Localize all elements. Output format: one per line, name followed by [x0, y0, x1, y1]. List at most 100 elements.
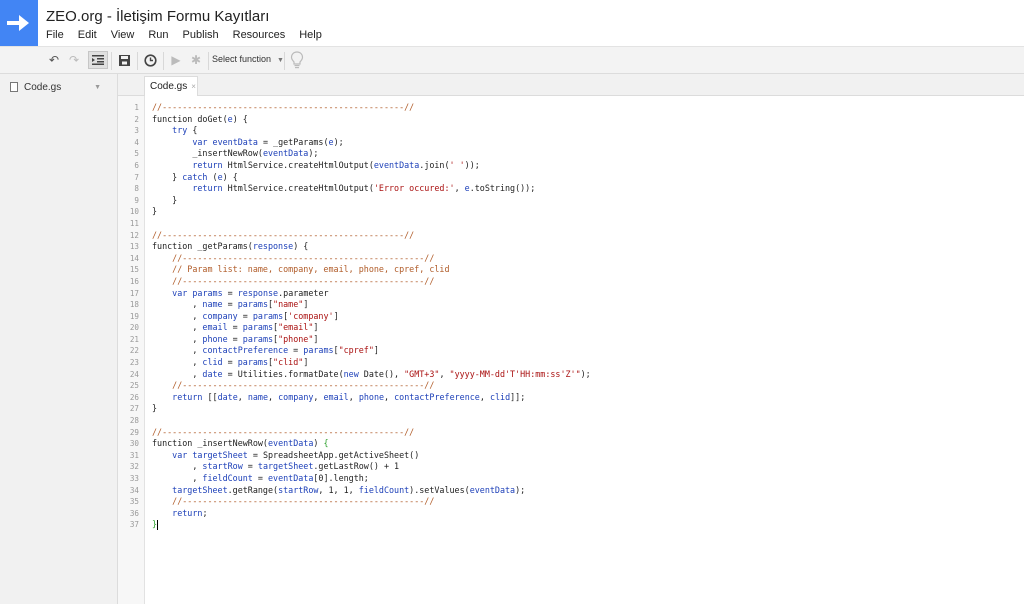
- indent-button[interactable]: [88, 51, 108, 69]
- code-line[interactable]: 1 //-------------------------------------…: [118, 102, 1024, 114]
- code-token: ]: [313, 322, 319, 333]
- code-line[interactable]: 26 return [[date, name, company, email, …: [118, 392, 1024, 404]
- debug-button[interactable]: ✱: [186, 51, 206, 69]
- code-line[interactable]: 13 function _getParams(response) {: [118, 241, 1024, 253]
- code-token: eventData: [373, 159, 420, 170]
- code-line[interactable]: 17 var params = response.parameter: [118, 288, 1024, 300]
- code-token: =: [227, 333, 243, 344]
- apps-script-logo[interactable]: [0, 0, 38, 46]
- code-token: var: [192, 136, 208, 147]
- code-token: [[: [202, 391, 218, 402]
- menu-view[interactable]: View: [111, 29, 135, 41]
- code-text: , fieldCount = eventData[0].length;: [152, 473, 369, 485]
- code-line[interactable]: 6 return HtmlService.createHtmlOutput(ev…: [118, 160, 1024, 172]
- line-number: 19: [129, 311, 139, 321]
- line-number: 28: [129, 416, 139, 426]
- code-line[interactable]: 27}: [118, 403, 1024, 415]
- code-line[interactable]: 3 try {: [118, 125, 1024, 137]
- close-icon[interactable]: ×: [191, 82, 196, 91]
- code-token: );: [515, 484, 526, 495]
- code-lines[interactable]: 1 //-------------------------------------…: [118, 102, 1024, 531]
- code-line[interactable]: 2 function doGet(e) {: [118, 114, 1024, 126]
- code-line[interactable]: 24 , date = Utilities.formatDate(new Dat…: [118, 369, 1024, 381]
- code-line[interactable]: 10}: [118, 206, 1024, 218]
- code-line[interactable]: 5 _insertNewRow(eventData);: [118, 148, 1024, 160]
- code-token: ,: [152, 473, 203, 483]
- code-token: "phone": [278, 333, 314, 344]
- code-line[interactable]: 23 , clid = params["clid"]: [118, 357, 1024, 369]
- code-token: targetSheet: [257, 461, 314, 472]
- code-line[interactable]: 15 // Param list: name, company, email, …: [118, 264, 1024, 276]
- run-button[interactable]: ▶: [166, 51, 186, 69]
- code-token: =: [237, 310, 253, 321]
- code-token: params: [242, 322, 274, 333]
- code-line[interactable]: 9 }: [118, 195, 1024, 207]
- code-line[interactable]: 14 //-----------------------------------…: [118, 253, 1024, 265]
- code-line[interactable]: 22 , contactPreference = params["cpref"]: [118, 345, 1024, 357]
- chevron-down-icon[interactable]: ▼: [94, 84, 101, 91]
- menu-help[interactable]: Help: [299, 29, 322, 41]
- code-line[interactable]: 8 return HtmlService.createHtmlOutput('E…: [118, 183, 1024, 195]
- code-line[interactable]: 7 } catch (e) {: [118, 172, 1024, 184]
- code-text: try {: [152, 125, 197, 137]
- redo-button[interactable]: ↷: [64, 51, 84, 69]
- code-token: _insertNewRow(: [152, 148, 263, 159]
- code-line[interactable]: 16 //-----------------------------------…: [118, 276, 1024, 288]
- menu-edit[interactable]: Edit: [78, 29, 97, 41]
- toolbar-divider: [163, 52, 164, 70]
- code-line[interactable]: 25 //-----------------------------------…: [118, 380, 1024, 392]
- line-number: 31: [129, 450, 139, 460]
- menu-resources[interactable]: Resources: [233, 29, 286, 41]
- code-token: }: [152, 194, 178, 205]
- code-token: fieldCount: [202, 473, 253, 483]
- toolbar-divider: [137, 52, 138, 70]
- code-line[interactable]: 31 var targetSheet = SpreadsheetApp.getA…: [118, 450, 1024, 462]
- code-token: function doGet(: [152, 113, 228, 124]
- code-token: =: [252, 473, 268, 483]
- code-line[interactable]: 37}: [118, 519, 1024, 531]
- undo-button[interactable]: ↶: [44, 51, 64, 69]
- code-token: date: [217, 391, 238, 402]
- triggers-button[interactable]: [140, 51, 160, 69]
- code-line[interactable]: 34 targetSheet.getRange(startRow, 1, 1, …: [118, 485, 1024, 497]
- code-line[interactable]: 28: [118, 415, 1024, 427]
- code-line[interactable]: 33 , fieldCount = eventData[0].length;: [118, 473, 1024, 485]
- project-title[interactable]: ZEO.org - İletişim Formu Kayıtları: [46, 8, 269, 25]
- code-token: (: [207, 171, 218, 182]
- code-line[interactable]: 21 , phone = params["phone"]: [118, 334, 1024, 346]
- code-token: "GMT+3": [404, 368, 440, 379]
- save-button[interactable]: [114, 51, 134, 69]
- code-line[interactable]: 32 , startRow = targetSheet.getLastRow()…: [118, 461, 1024, 473]
- code-token: new: [343, 368, 359, 379]
- code-line[interactable]: 18 , name = params["name"]: [118, 299, 1024, 311]
- code-line[interactable]: 35 //-----------------------------------…: [118, 496, 1024, 508]
- menu-run[interactable]: Run: [148, 29, 168, 41]
- line-number: 30: [129, 439, 139, 449]
- code-line[interactable]: 11: [118, 218, 1024, 230]
- code-token: "yyyy-MM-dd'T'HH:mm:ss'Z'": [449, 368, 581, 379]
- code-token: ,: [152, 333, 203, 344]
- code-token: ,: [439, 368, 450, 379]
- select-function-dropdown[interactable]: Select function ▼: [212, 54, 284, 64]
- code-line[interactable]: 36 return;: [118, 508, 1024, 520]
- sidebar-file-code-gs[interactable]: Code.gs ▼: [0, 78, 117, 96]
- code-token: params: [237, 299, 268, 310]
- menu-file[interactable]: File: [46, 29, 64, 41]
- tab-code-gs[interactable]: Code.gs ×: [144, 76, 198, 96]
- code-text: } catch (e) {: [152, 172, 238, 184]
- indent-icon: [92, 55, 104, 65]
- lightbulb-icon[interactable]: [290, 51, 304, 74]
- code-token: ,: [268, 391, 279, 402]
- code-line[interactable]: 30 function _insertNewRow(eventData) {: [118, 438, 1024, 450]
- line-number: 26: [129, 392, 139, 402]
- code-line[interactable]: 20 , email = params["email"]: [118, 322, 1024, 334]
- code-text: var targetSheet = SpreadsheetApp.getActi…: [152, 450, 419, 462]
- code-line[interactable]: 19 , company = params['company']: [118, 311, 1024, 323]
- code-token: startRow: [278, 484, 319, 495]
- code-line[interactable]: 29 //------------------------------------…: [118, 427, 1024, 439]
- code-line[interactable]: 4 var eventData = _getParams(e);: [118, 137, 1024, 149]
- code-token: return: [192, 159, 223, 170]
- code-line[interactable]: 12 //------------------------------------…: [118, 230, 1024, 242]
- menu-publish[interactable]: Publish: [183, 29, 219, 41]
